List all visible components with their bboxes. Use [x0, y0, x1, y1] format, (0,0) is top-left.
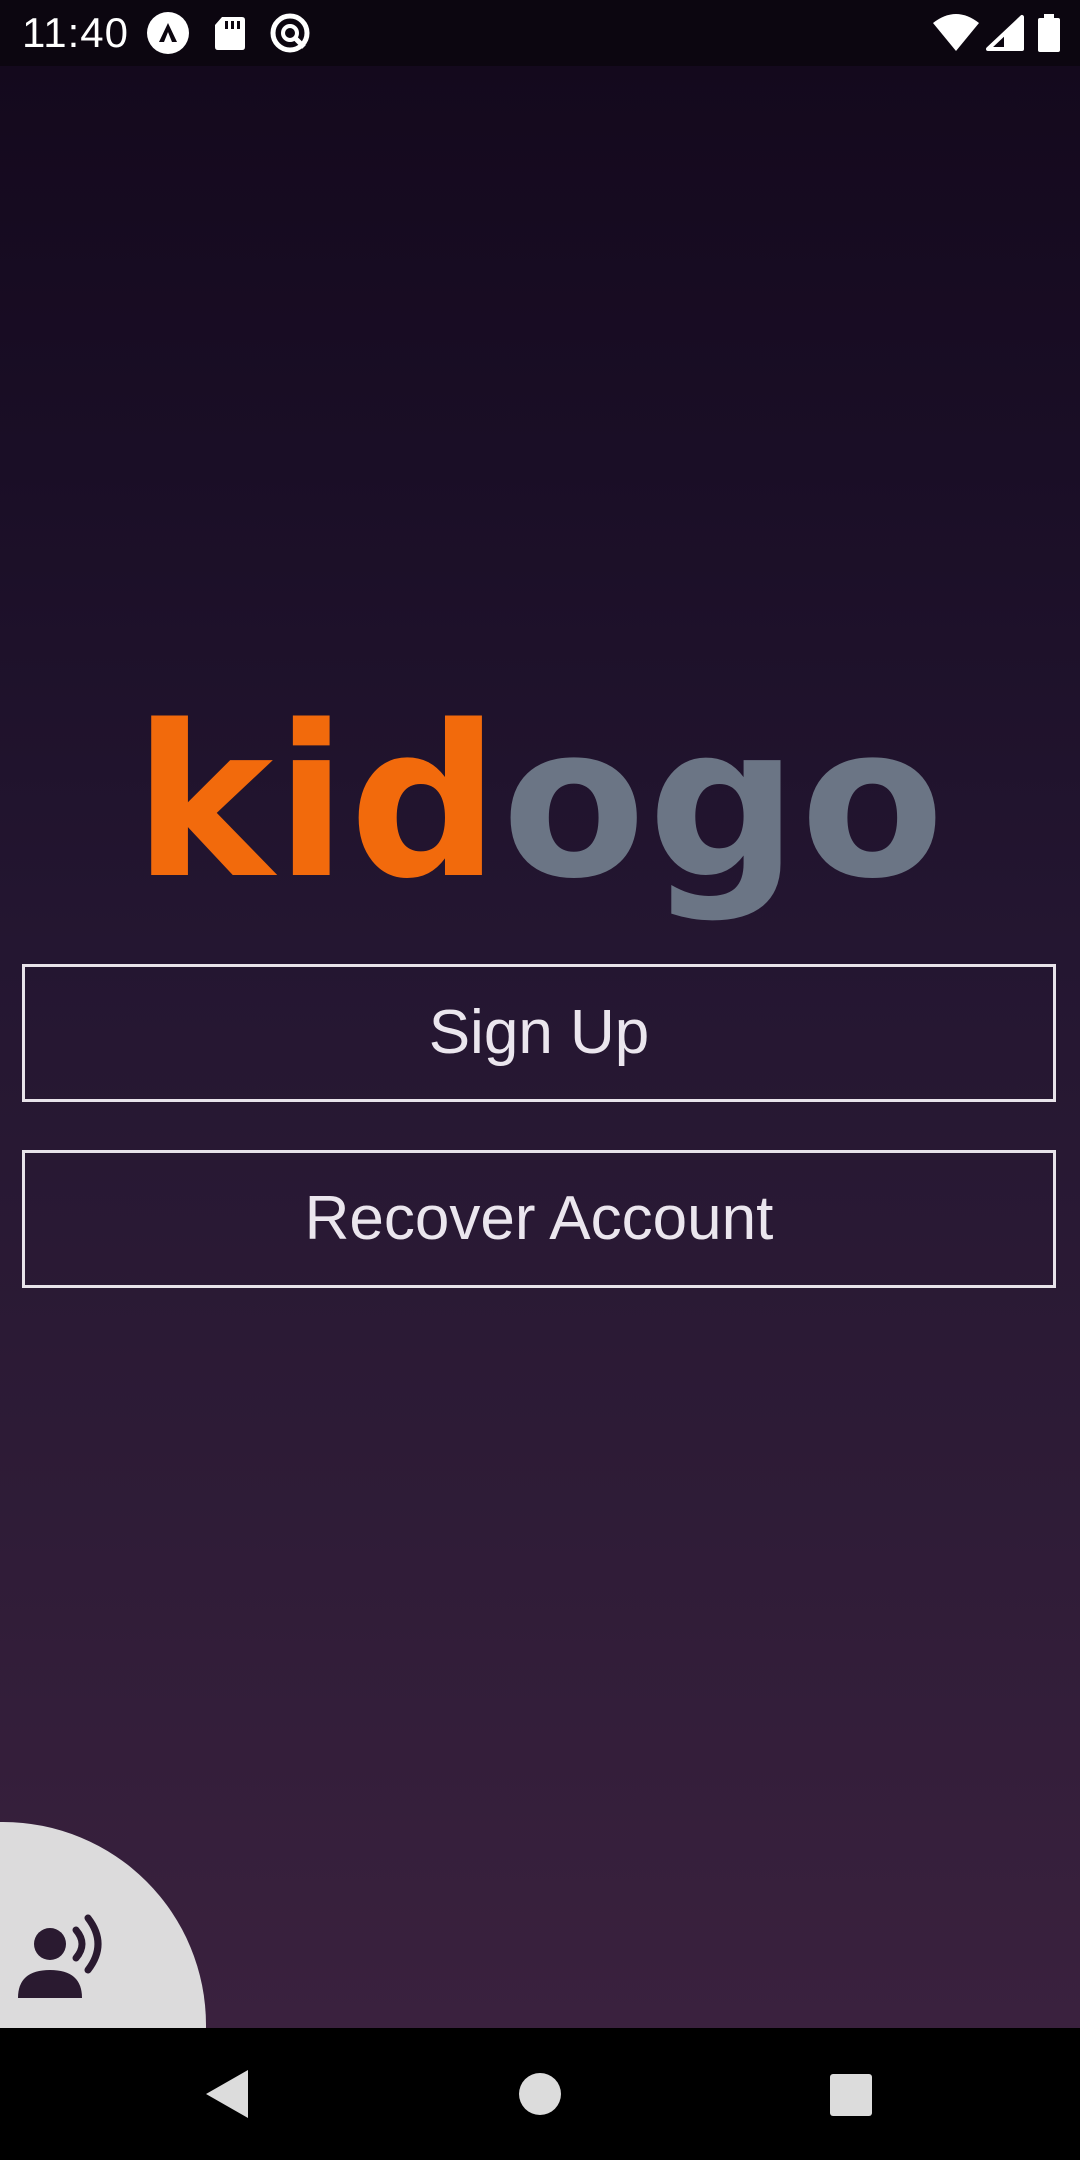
accessibility-icon: [146, 11, 190, 55]
status-bar: 11:40: [0, 0, 1080, 66]
logo-part-1: kid: [133, 680, 502, 925]
back-icon[interactable]: [196, 2064, 256, 2124]
wifi-icon: [932, 11, 980, 55]
sign-up-button[interactable]: Sign Up: [22, 964, 1056, 1102]
app-body: kidogo Sign Up Recover Account: [0, 66, 1080, 2028]
sync-icon: [268, 11, 312, 55]
logo-part-2: ogo: [501, 680, 947, 925]
voice-assistant-button[interactable]: [0, 1822, 206, 2028]
cell-signal-icon: [982, 11, 1026, 55]
home-icon[interactable]: [510, 2064, 570, 2124]
navigation-bar: [0, 2028, 1080, 2160]
recents-icon[interactable]: [820, 2064, 880, 2124]
recover-account-button[interactable]: Recover Account: [22, 1150, 1056, 1288]
kidogo-logo: kidogo: [0, 678, 1080, 928]
status-time: 11:40: [22, 9, 129, 56]
sd-card-icon: [208, 11, 252, 55]
screen: 11:40 kidogo Sign Up Recover Account: [0, 0, 1080, 2160]
voice-person-icon: [14, 1906, 110, 2002]
battery-icon: [1034, 11, 1064, 55]
